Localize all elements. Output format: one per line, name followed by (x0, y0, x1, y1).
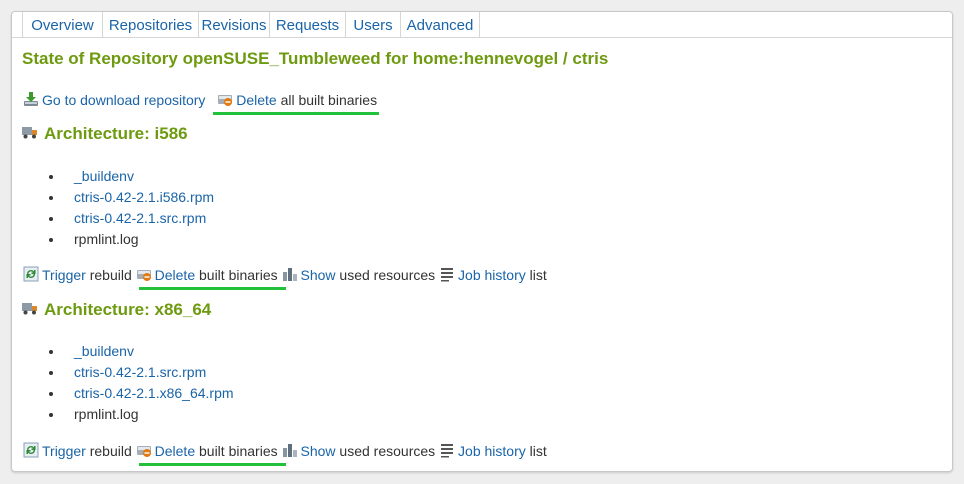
truck-icon (22, 124, 38, 140)
trigger-rebuild-text: rebuild (89, 267, 132, 283)
page-title: State of Repository openSUSE_Tumbleweed … (22, 49, 609, 68)
refresh-icon (23, 442, 39, 458)
job-history-link[interactable]: Job history (458, 443, 526, 459)
show-resources-text: used resources (339, 267, 436, 283)
trigger-rebuild-link[interactable]: Trigger (42, 443, 86, 459)
delete-all-binaries-text: all built binaries (280, 92, 378, 108)
architecture-label: Architecture: x86_64 (44, 300, 212, 319)
file-link[interactable]: ctris-0.42-2.1.src.rpm (74, 364, 206, 380)
file-name: rpmlint.log (74, 406, 139, 422)
file-link[interactable]: _buildenv (74, 168, 134, 184)
list-item: ctris-0.42-2.1.src.rpm (22, 208, 214, 229)
file-link[interactable]: ctris-0.42-2.1.i586.rpm (74, 189, 214, 205)
tab-revisions[interactable]: Revisions (199, 12, 270, 37)
tab-users[interactable]: Users (346, 12, 401, 37)
delete-all-binaries-link[interactable]: Delete (236, 92, 276, 108)
architecture-heading-x86_64: Architecture: x86_64 (22, 299, 211, 321)
architecture-actions-x86_64: Trigger rebuild Delete built binaries Sh… (23, 441, 547, 461)
delete-binaries-icon (217, 91, 233, 107)
truck-icon (22, 300, 38, 316)
list-item: _buildenv (22, 166, 214, 187)
tab-requests[interactable]: Requests (270, 12, 346, 37)
trigger-rebuild-text: rebuild (89, 443, 132, 459)
file-link[interactable]: _buildenv (74, 343, 134, 359)
file-list-i586: _buildenv ctris-0.42-2.1.i586.rpm ctris-… (22, 166, 214, 250)
list-item: rpmlint.log (22, 404, 234, 425)
show-resources-link[interactable]: Show (301, 443, 336, 459)
resources-icon (282, 266, 298, 282)
tab-repositories[interactable]: Repositories (103, 12, 199, 37)
repository-state-panel: Overview Repositories Revisions Requests… (11, 11, 953, 472)
repository-actions: Go to download repository Delete all bui… (23, 90, 377, 110)
resources-icon (282, 442, 298, 458)
job-history-text: list (529, 443, 547, 459)
show-resources-text: used resources (339, 443, 436, 459)
refresh-icon (23, 266, 39, 282)
tab-advanced[interactable]: Advanced (401, 12, 480, 37)
job-history-link[interactable]: Job history (458, 267, 526, 283)
delete-binaries-link[interactable]: Delete (155, 443, 195, 459)
architecture-heading-i586: Architecture: i586 (22, 123, 188, 145)
delete-binaries-text: built binaries (199, 443, 278, 459)
list-item: ctris-0.42-2.1.x86_64.rpm (22, 383, 234, 404)
show-resources-link[interactable]: Show (301, 267, 336, 283)
tab-bar: Overview Repositories Revisions Requests… (12, 12, 952, 38)
highlight-underline (213, 112, 379, 115)
file-name: rpmlint.log (74, 231, 139, 247)
file-link[interactable]: ctris-0.42-2.1.x86_64.rpm (74, 385, 234, 401)
list-item: ctris-0.42-2.1.i586.rpm (22, 187, 214, 208)
delete-binaries-icon (136, 442, 152, 458)
file-link[interactable]: ctris-0.42-2.1.src.rpm (74, 210, 206, 226)
delete-binaries-link[interactable]: Delete (155, 267, 195, 283)
delete-binaries-text: built binaries (199, 267, 278, 283)
highlight-underline (139, 463, 286, 466)
tab-overview[interactable]: Overview (22, 12, 103, 37)
trigger-rebuild-link[interactable]: Trigger (42, 267, 86, 283)
list-item: _buildenv (22, 341, 234, 362)
download-icon (23, 91, 39, 107)
list-item: rpmlint.log (22, 229, 214, 250)
delete-binaries-icon (136, 266, 152, 282)
architecture-label: Architecture: i586 (44, 124, 188, 143)
list-icon (439, 266, 455, 282)
highlight-underline (139, 287, 286, 290)
download-repository-link[interactable]: Go to download repository (42, 92, 205, 108)
file-list-x86_64: _buildenv ctris-0.42-2.1.src.rpm ctris-0… (22, 341, 234, 425)
list-icon (439, 442, 455, 458)
list-item: ctris-0.42-2.1.src.rpm (22, 362, 234, 383)
architecture-actions-i586: Trigger rebuild Delete built binaries Sh… (23, 265, 547, 285)
job-history-text: list (529, 267, 547, 283)
